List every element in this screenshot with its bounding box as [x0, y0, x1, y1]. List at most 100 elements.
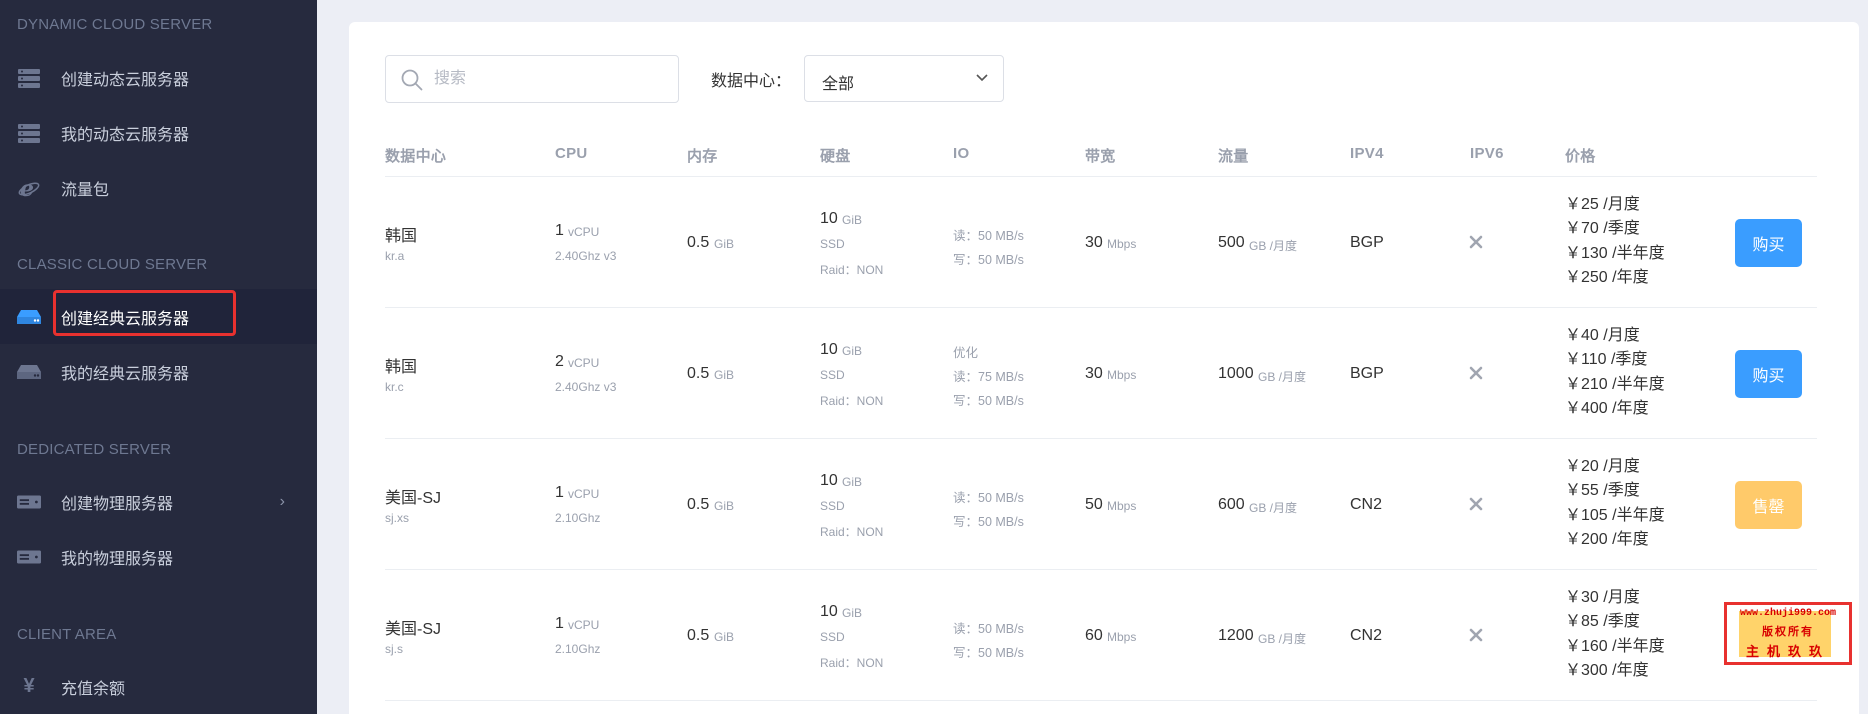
bandwidth-unit: Mbps: [1107, 237, 1137, 251]
datacenter-select[interactable]: 全部: [804, 55, 1004, 102]
sidebar-item-my-classic-server[interactable]: 我的经典云服务器: [0, 344, 317, 399]
datacenter-filter-label: 数据中心：: [711, 73, 792, 90]
memory-unit: GiB: [714, 499, 735, 513]
watermark-stamp: www.zhuji999.com 版权所有 主机玖玖: [1724, 602, 1852, 665]
traffic-value: 500: [1218, 234, 1245, 251]
disk-type: SSD: [820, 499, 845, 513]
price-semiannual: ￥160 /半年度: [1565, 637, 1665, 655]
io-write: 写：50 MB/s: [953, 515, 1024, 529]
disk-size: 10: [820, 603, 838, 620]
cpu-unit: vCPU: [568, 618, 600, 632]
memory-unit: GiB: [714, 237, 735, 251]
datacenter-code: sj.xs: [385, 511, 409, 525]
sidebar-item-my-dedicated-server[interactable]: 我的物理服务器: [0, 529, 317, 584]
divider: [385, 569, 1817, 570]
ipv4-type: BGP: [1350, 234, 1384, 251]
disk-size: 10: [820, 341, 838, 358]
ipv4-type: BGP: [1350, 365, 1384, 382]
sold-out-button[interactable]: 售罄: [1735, 481, 1802, 529]
datacenter-name: 美国-SJ: [385, 621, 442, 638]
datacenter-name: 美国-SJ: [385, 490, 442, 507]
rack-server-icon: [17, 490, 41, 514]
server-stack-icon: [17, 121, 41, 145]
price-list: ￥30 /月度 ￥85 /季度 ￥160 /半年度 ￥300 /年度: [1565, 586, 1665, 683]
traffic-unit: GB /月度: [1249, 501, 1298, 515]
sidebar-item-label: 我的物理服务器: [61, 550, 174, 568]
column-header: IPV6: [1470, 145, 1504, 162]
cpu-count: 1: [555, 222, 564, 239]
bandwidth-unit: Mbps: [1107, 630, 1137, 644]
sidebar-item-label: 充值余额: [61, 680, 126, 698]
price-annual: ￥200 /年度: [1565, 530, 1649, 548]
io-read: 读：50 MB/s: [953, 491, 1024, 505]
io-read: 读：50 MB/s: [953, 622, 1024, 636]
bandwidth-value: 60: [1085, 627, 1103, 644]
traffic-value: 600: [1218, 496, 1245, 513]
disk-type: SSD: [820, 368, 845, 382]
buy-button[interactable]: 购买: [1735, 350, 1802, 398]
sidebar-item-create-dynamic-server[interactable]: 创建动态云服务器: [0, 50, 317, 105]
sidebar-item-create-dedicated-server[interactable]: 创建物理服务器 ›: [0, 474, 317, 529]
price-semiannual: ￥210 /半年度: [1565, 375, 1665, 393]
watermark-brand: 主机玖玖: [1745, 644, 1830, 659]
sidebar-item-traffic-pack[interactable]: e 流量包: [0, 160, 317, 215]
price-semiannual: ￥130 /半年度: [1565, 244, 1665, 262]
disk-type: SSD: [820, 630, 845, 644]
sidebar-item-my-dynamic-server[interactable]: 我的动态云服务器: [0, 105, 317, 160]
sidebar-item-label: 创建经典云服务器: [61, 310, 190, 328]
section-title-dedicated: DEDICATED SERVER: [17, 441, 172, 458]
section-title-classic: CLASSIC CLOUD SERVER: [17, 256, 208, 273]
cpu-unit: vCPU: [568, 225, 600, 239]
disk-size: 10: [820, 472, 838, 489]
divider: [385, 438, 1817, 439]
sidebar-item-label: 我的经典云服务器: [61, 365, 190, 383]
disk-raid: Raid：NON: [820, 394, 884, 408]
bandwidth-unit: Mbps: [1107, 368, 1137, 382]
io-write: 写：50 MB/s: [953, 646, 1024, 660]
memory-value: 0.5: [687, 496, 710, 513]
search-box[interactable]: [385, 55, 679, 103]
datacenter-name: 韩国: [385, 359, 418, 376]
sidebar-item-create-classic-server[interactable]: 创建经典云服务器: [0, 289, 317, 344]
sidebar-item-label: 我的动态云服务器: [61, 126, 190, 144]
chevron-down-icon: [974, 69, 990, 85]
disk-raid: Raid：NON: [820, 656, 884, 670]
cpu-model: 2.40Ghz v3: [555, 380, 617, 394]
sidebar-item-label: 流量包: [61, 181, 110, 199]
sidebar-item-label: 创建动态云服务器: [61, 71, 190, 89]
column-header: IPV4: [1350, 145, 1384, 162]
bandwidth-value: 30: [1085, 234, 1103, 251]
price-semiannual: ￥105 /半年度: [1565, 506, 1665, 524]
price-monthly: ￥25 /月度: [1565, 196, 1640, 213]
ipv4-type: CN2: [1350, 496, 1383, 513]
datacenter-code: sj.s: [385, 642, 403, 656]
traffic-value: 1200: [1218, 627, 1254, 644]
disk-unit: GiB: [842, 344, 863, 358]
internet-explorer-icon: e: [17, 176, 41, 200]
column-header: 带宽: [1085, 148, 1116, 165]
cpu-unit: vCPU: [568, 356, 600, 370]
cpu-model: 2.10Ghz: [555, 511, 601, 525]
memory-value: 0.5: [687, 627, 710, 644]
column-header: 内存: [687, 148, 718, 165]
memory-value: 0.5: [687, 365, 710, 382]
divider: [385, 176, 1817, 177]
sidebar-item-recharge[interactable]: ¥ 充值余额: [0, 659, 317, 714]
price-annual: ￥250 /年度: [1565, 268, 1649, 286]
watermark-url: www.zhuji999.com: [1739, 608, 1836, 619]
section-title-dynamic: DYNAMIC CLOUD SERVER: [17, 16, 213, 33]
close-icon: [1468, 496, 1484, 512]
traffic-unit: GB /月度: [1249, 239, 1298, 253]
price-list: ￥40 /月度 ￥110 /季度 ￥210 /半年度 ￥400 /年度: [1565, 324, 1665, 421]
price-monthly: ￥30 /月度: [1565, 589, 1640, 606]
disk-unit: GiB: [842, 475, 863, 489]
buy-button[interactable]: 购买: [1735, 219, 1802, 267]
sidebar: DYNAMIC CLOUD SERVER 创建动态云服务器 我的动态云服务器 e…: [0, 0, 317, 714]
bandwidth-value: 50: [1085, 496, 1103, 513]
disk-unit: GiB: [842, 213, 863, 227]
datacenter-name: 韩国: [385, 228, 418, 245]
search-input[interactable]: [434, 64, 664, 94]
datacenter-code: kr.c: [385, 380, 404, 394]
traffic-value: 1000: [1218, 365, 1254, 382]
close-icon: [1468, 234, 1484, 250]
